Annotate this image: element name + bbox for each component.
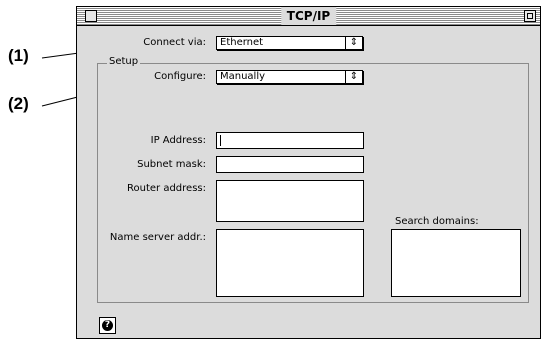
tcpip-window: TCP/IP Connect via: Ethernet ⇕ Setup Con… (76, 6, 541, 339)
question-mark-icon: ? (102, 320, 113, 331)
setup-legend: Setup (107, 56, 141, 67)
ip-address-label: IP Address: (150, 135, 206, 146)
popup-arrows-icon: ⇕ (345, 71, 362, 83)
ip-address-field[interactable] (216, 132, 364, 149)
router-address-label: Router address: (127, 183, 206, 194)
connect-via-popup[interactable]: Ethernet ⇕ (216, 36, 363, 50)
zoom-box-icon[interactable] (524, 10, 536, 22)
window-title: TCP/IP (280, 7, 337, 25)
search-domains-label: Search domains: (395, 216, 479, 227)
configure-label: Configure: (154, 71, 206, 82)
title-bar[interactable]: TCP/IP (77, 7, 540, 26)
connect-via-label: Connect via: (143, 37, 206, 48)
name-server-label: Name server addr.: (109, 232, 206, 243)
popup-arrows-icon: ⇕ (345, 37, 362, 49)
connect-via-value: Ethernet (220, 37, 264, 48)
configure-value: Manually (220, 71, 266, 82)
close-box-icon[interactable] (85, 10, 97, 22)
configure-popup[interactable]: Manually ⇕ (216, 70, 363, 84)
subnet-mask-label: Subnet mask: (137, 159, 206, 170)
text-caret (220, 135, 221, 146)
subnet-mask-field[interactable] (216, 156, 364, 173)
search-domains-field[interactable] (391, 229, 521, 297)
router-address-field[interactable] (216, 180, 364, 222)
name-server-field[interactable] (216, 229, 364, 297)
help-button[interactable]: ? (99, 317, 116, 334)
